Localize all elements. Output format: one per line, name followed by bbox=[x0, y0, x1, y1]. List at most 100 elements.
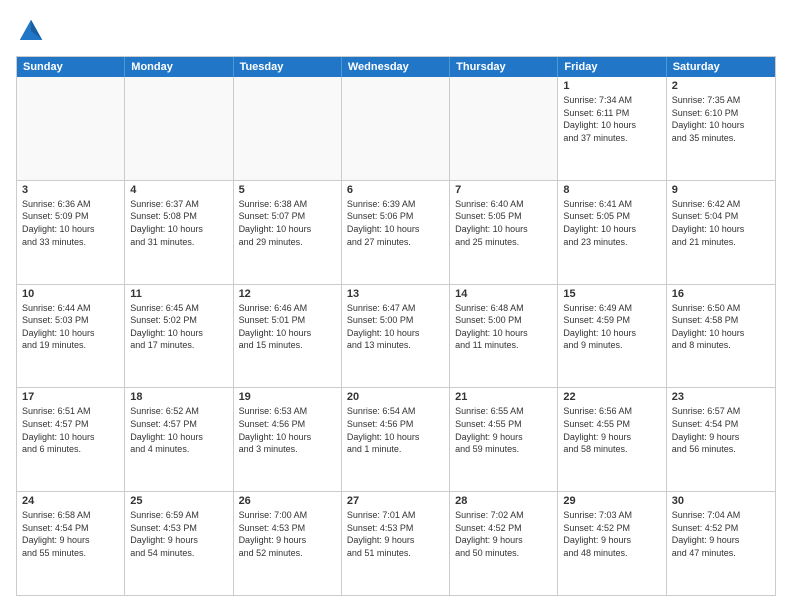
calendar-cell: 18 Sunrise: 6:52 AMSunset: 4:57 PMDayligh… bbox=[125, 388, 233, 491]
calendar-cell: 28 Sunrise: 7:02 AMSunset: 4:52 PMDayligh… bbox=[450, 492, 558, 595]
day-number: 30 bbox=[672, 495, 770, 507]
weekday-header-wednesday: Wednesday bbox=[342, 57, 450, 77]
day-number: 13 bbox=[347, 288, 444, 300]
day-number: 7 bbox=[455, 184, 552, 196]
calendar-row: 17Sunrise: 6:51 AMSunset: 4:57 PMDayligh… bbox=[17, 387, 775, 491]
day-number: 2 bbox=[672, 80, 770, 92]
calendar-row: 1 Sunrise: 7:34 AMSunset: 6:11 PMDaylight… bbox=[17, 77, 775, 180]
calendar-cell: 7 Sunrise: 6:40 AMSunset: 5:05 PMDaylight… bbox=[450, 181, 558, 284]
day-number: 25 bbox=[130, 495, 227, 507]
cell-details: Sunrise: 6:37 AMSunset: 5:08 PMDaylight:… bbox=[130, 198, 227, 248]
day-number: 24 bbox=[22, 495, 119, 507]
header bbox=[16, 16, 776, 46]
day-number: 9 bbox=[672, 184, 770, 196]
calendar-cell: 30 Sunrise: 7:04 AMSunset: 4:52 PMDayligh… bbox=[667, 492, 775, 595]
calendar-cell bbox=[17, 77, 125, 180]
cell-details: Sunrise: 6:58 AMSunset: 4:54 PMDaylight:… bbox=[22, 509, 119, 559]
calendar-cell: 25Sunrise: 6:59 AMSunset: 4:53 PMDayligh… bbox=[125, 492, 233, 595]
cell-details: Sunrise: 6:44 AMSunset: 5:03 PMDaylight:… bbox=[22, 302, 119, 352]
weekday-header-friday: Friday bbox=[558, 57, 666, 77]
weekday-header-saturday: Saturday bbox=[667, 57, 775, 77]
calendar-cell: 10 Sunrise: 6:44 AMSunset: 5:03 PMDayligh… bbox=[17, 285, 125, 388]
cell-details: Sunrise: 6:40 AMSunset: 5:05 PMDaylight:… bbox=[455, 198, 552, 248]
calendar-cell bbox=[450, 77, 558, 180]
cell-details: Sunrise: 6:45 AMSunset: 5:02 PMDaylight:… bbox=[130, 302, 227, 352]
calendar-row: 24 Sunrise: 6:58 AMSunset: 4:54 PMDayligh… bbox=[17, 491, 775, 595]
calendar-cell: 29 Sunrise: 7:03 AMSunset: 4:52 PMDayligh… bbox=[558, 492, 666, 595]
calendar-cell: 12 Sunrise: 6:46 AMSunset: 5:01 PMDayligh… bbox=[234, 285, 342, 388]
calendar-cell bbox=[125, 77, 233, 180]
cell-details: Sunrise: 6:49 AMSunset: 4:59 PMDaylight:… bbox=[563, 302, 660, 352]
logo bbox=[16, 16, 50, 46]
calendar-cell: 9 Sunrise: 6:42 AMSunset: 5:04 PMDaylight… bbox=[667, 181, 775, 284]
calendar-cell: 27 Sunrise: 7:01 AMSunset: 4:53 PMDayligh… bbox=[342, 492, 450, 595]
weekday-header-sunday: Sunday bbox=[17, 57, 125, 77]
weekday-header-thursday: Thursday bbox=[450, 57, 558, 77]
cell-details: Sunrise: 6:55 AMSunset: 4:55 PMDaylight:… bbox=[455, 405, 552, 455]
calendar-header: SundayMondayTuesdayWednesdayThursdayFrid… bbox=[17, 57, 775, 77]
day-number: 27 bbox=[347, 495, 444, 507]
cell-details: Sunrise: 6:54 AMSunset: 4:56 PMDaylight:… bbox=[347, 405, 444, 455]
calendar-cell: 26 Sunrise: 7:00 AMSunset: 4:53 PMDayligh… bbox=[234, 492, 342, 595]
day-number: 21 bbox=[455, 391, 552, 403]
calendar-cell: 8 Sunrise: 6:41 AMSunset: 5:05 PMDaylight… bbox=[558, 181, 666, 284]
day-number: 12 bbox=[239, 288, 336, 300]
cell-details: Sunrise: 6:36 AMSunset: 5:09 PMDaylight:… bbox=[22, 198, 119, 248]
cell-details: Sunrise: 6:51 AMSunset: 4:57 PMDaylight:… bbox=[22, 405, 119, 455]
weekday-header-tuesday: Tuesday bbox=[234, 57, 342, 77]
day-number: 18 bbox=[130, 391, 227, 403]
calendar-row: 10 Sunrise: 6:44 AMSunset: 5:03 PMDayligh… bbox=[17, 284, 775, 388]
page: SundayMondayTuesdayWednesdayThursdayFrid… bbox=[0, 0, 792, 612]
calendar-cell: 2 Sunrise: 7:35 AMSunset: 6:10 PMDaylight… bbox=[667, 77, 775, 180]
calendar-row: 3 Sunrise: 6:36 AMSunset: 5:09 PMDaylight… bbox=[17, 180, 775, 284]
cell-details: Sunrise: 7:01 AMSunset: 4:53 PMDaylight:… bbox=[347, 509, 444, 559]
calendar-cell: 4 Sunrise: 6:37 AMSunset: 5:08 PMDaylight… bbox=[125, 181, 233, 284]
day-number: 10 bbox=[22, 288, 119, 300]
day-number: 5 bbox=[239, 184, 336, 196]
day-number: 16 bbox=[672, 288, 770, 300]
cell-details: Sunrise: 6:52 AMSunset: 4:57 PMDaylight:… bbox=[130, 405, 227, 455]
day-number: 1 bbox=[563, 80, 660, 92]
day-number: 8 bbox=[563, 184, 660, 196]
calendar-cell: 16 Sunrise: 6:50 AMSunset: 4:58 PMDayligh… bbox=[667, 285, 775, 388]
calendar-cell: 6 Sunrise: 6:39 AMSunset: 5:06 PMDaylight… bbox=[342, 181, 450, 284]
calendar-cell: 21 Sunrise: 6:55 AMSunset: 4:55 PMDayligh… bbox=[450, 388, 558, 491]
day-number: 3 bbox=[22, 184, 119, 196]
logo-icon bbox=[16, 16, 46, 46]
cell-details: Sunrise: 7:35 AMSunset: 6:10 PMDaylight:… bbox=[672, 94, 770, 144]
calendar-cell: 3 Sunrise: 6:36 AMSunset: 5:09 PMDaylight… bbox=[17, 181, 125, 284]
day-number: 14 bbox=[455, 288, 552, 300]
calendar-cell: 19Sunrise: 6:53 AMSunset: 4:56 PMDayligh… bbox=[234, 388, 342, 491]
calendar-cell: 5Sunrise: 6:38 AMSunset: 5:07 PMDaylight… bbox=[234, 181, 342, 284]
cell-details: Sunrise: 6:39 AMSunset: 5:06 PMDaylight:… bbox=[347, 198, 444, 248]
weekday-header-monday: Monday bbox=[125, 57, 233, 77]
cell-details: Sunrise: 7:00 AMSunset: 4:53 PMDaylight:… bbox=[239, 509, 336, 559]
cell-details: Sunrise: 7:03 AMSunset: 4:52 PMDaylight:… bbox=[563, 509, 660, 559]
calendar-cell: 17Sunrise: 6:51 AMSunset: 4:57 PMDayligh… bbox=[17, 388, 125, 491]
cell-details: Sunrise: 6:57 AMSunset: 4:54 PMDaylight:… bbox=[672, 405, 770, 455]
day-number: 15 bbox=[563, 288, 660, 300]
day-number: 23 bbox=[672, 391, 770, 403]
day-number: 29 bbox=[563, 495, 660, 507]
calendar-cell: 11Sunrise: 6:45 AMSunset: 5:02 PMDayligh… bbox=[125, 285, 233, 388]
day-number: 19 bbox=[239, 391, 336, 403]
day-number: 28 bbox=[455, 495, 552, 507]
calendar-cell: 20Sunrise: 6:54 AMSunset: 4:56 PMDayligh… bbox=[342, 388, 450, 491]
cell-details: Sunrise: 7:02 AMSunset: 4:52 PMDaylight:… bbox=[455, 509, 552, 559]
cell-details: Sunrise: 6:46 AMSunset: 5:01 PMDaylight:… bbox=[239, 302, 336, 352]
cell-details: Sunrise: 6:50 AMSunset: 4:58 PMDaylight:… bbox=[672, 302, 770, 352]
calendar-cell: 1 Sunrise: 7:34 AMSunset: 6:11 PMDaylight… bbox=[558, 77, 666, 180]
day-number: 6 bbox=[347, 184, 444, 196]
calendar-cell: 23 Sunrise: 6:57 AMSunset: 4:54 PMDayligh… bbox=[667, 388, 775, 491]
cell-details: Sunrise: 6:41 AMSunset: 5:05 PMDaylight:… bbox=[563, 198, 660, 248]
cell-details: Sunrise: 7:04 AMSunset: 4:52 PMDaylight:… bbox=[672, 509, 770, 559]
calendar-cell: 22Sunrise: 6:56 AMSunset: 4:55 PMDayligh… bbox=[558, 388, 666, 491]
day-number: 22 bbox=[563, 391, 660, 403]
calendar-cell: 15 Sunrise: 6:49 AMSunset: 4:59 PMDayligh… bbox=[558, 285, 666, 388]
cell-details: Sunrise: 6:42 AMSunset: 5:04 PMDaylight:… bbox=[672, 198, 770, 248]
cell-details: Sunrise: 7:34 AMSunset: 6:11 PMDaylight:… bbox=[563, 94, 660, 144]
calendar-cell: 24 Sunrise: 6:58 AMSunset: 4:54 PMDayligh… bbox=[17, 492, 125, 595]
calendar-body: 1 Sunrise: 7:34 AMSunset: 6:11 PMDaylight… bbox=[17, 77, 775, 595]
day-number: 26 bbox=[239, 495, 336, 507]
day-number: 4 bbox=[130, 184, 227, 196]
